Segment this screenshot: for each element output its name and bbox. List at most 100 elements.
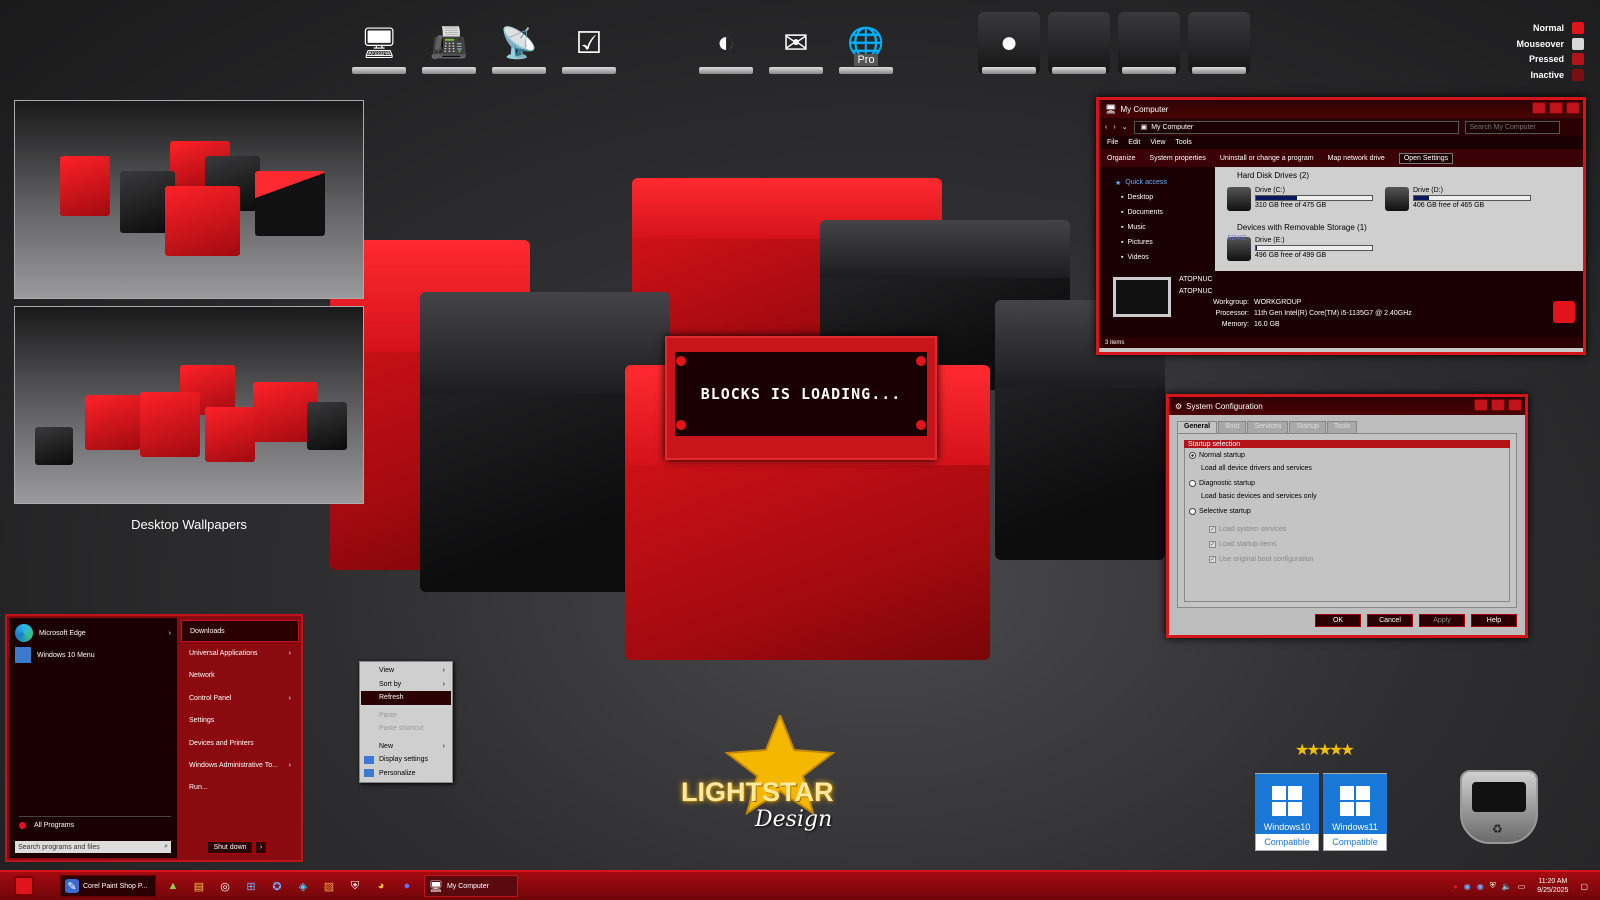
start-network[interactable]: Network — [181, 665, 299, 687]
apply-button[interactable]: Apply — [1419, 614, 1465, 627]
diagnostic-startup-radio[interactable]: Diagnostic startup — [1189, 480, 1255, 487]
toolbar-open-settings[interactable]: Open Settings — [1398, 152, 1454, 164]
normal-startup-radio[interactable]: Normal startup — [1189, 452, 1245, 459]
shutdown-button[interactable]: Shut down — [207, 841, 253, 854]
menu-view[interactable]: View — [1150, 139, 1165, 146]
start-windows-administrative-to-[interactable]: Windows Administrative To... — [181, 754, 299, 776]
drive-icon-2[interactable] — [1118, 12, 1180, 74]
shutdown-options-button[interactable]: › — [255, 841, 267, 854]
taskbar-app-mycomputer[interactable]: 🖥 My Computer — [424, 875, 518, 897]
tab-services[interactable]: Services — [1247, 421, 1289, 433]
minimize-button[interactable] — [1532, 102, 1546, 114]
toolbar-uninstall-or-change-a-program[interactable]: Uninstall or change a program — [1220, 155, 1314, 162]
checklist-icon[interactable]: ☑ — [558, 12, 620, 74]
check-use-original-boot-configuration[interactable]: ✓ Use original boot configuration — [1209, 552, 1314, 567]
cancel-button[interactable]: Cancel — [1367, 614, 1413, 627]
nav-music[interactable]: ▪ Music — [1099, 220, 1215, 235]
pinned-win10-menu[interactable]: Windows 10 Menu — [15, 647, 95, 663]
tray-record-icon[interactable]: ● — [1453, 882, 1458, 891]
volume-icon[interactable]: 🔈 — [1502, 882, 1512, 891]
minimize-button[interactable] — [1474, 399, 1488, 411]
my-computer-titlebar[interactable]: 🖥 My Computer — [1099, 100, 1583, 118]
compass-icon[interactable]: ✪ — [268, 877, 286, 895]
wallpaper-thumbnail-1[interactable] — [14, 100, 364, 299]
toolbar-organize[interactable]: Organize — [1107, 155, 1135, 162]
tray-app-icon-2[interactable]: ◉ — [1477, 882, 1484, 891]
start-universal-applications[interactable]: Universal Applications — [181, 642, 299, 664]
wallpaper-thumbnail-2[interactable] — [14, 306, 364, 504]
toolbar-system-properties[interactable]: System properties — [1149, 155, 1205, 162]
nav-quick-access[interactable]: ★ Quick access — [1099, 175, 1215, 190]
start-devices-and-printers[interactable]: Devices and Printers — [181, 732, 299, 754]
nav-pictures[interactable]: ▪ Pictures — [1099, 235, 1215, 250]
taskbar-app-paintshop[interactable]: ✎ Corel Paint Shop P... — [60, 875, 156, 897]
ctx-personalize[interactable]: Personalize — [361, 767, 451, 781]
tab-general[interactable]: General — [1177, 421, 1218, 433]
monitor-icon[interactable]: 🖥 — [348, 12, 410, 74]
msconfig-titlebar[interactable]: ⚙ System Configuration — [1169, 397, 1525, 415]
close-button[interactable] — [1508, 399, 1522, 411]
tab-boot[interactable]: Boot — [1218, 421, 1247, 433]
ctx-refresh[interactable]: Refresh — [361, 691, 451, 705]
ctx-display-settings[interactable]: Display settings — [361, 753, 451, 767]
search-input[interactable] — [1464, 120, 1560, 134]
start-settings[interactable]: Settings — [181, 710, 299, 732]
start-run-[interactable]: Run... — [181, 777, 299, 799]
file-explorer-icon[interactable]: ▤ — [190, 877, 208, 895]
menu-tools[interactable]: Tools — [1175, 139, 1191, 146]
drive-icon-3[interactable] — [1188, 12, 1250, 74]
thunderbird-icon[interactable]: ✉ — [765, 12, 827, 74]
back-icon[interactable]: ‹ — [1105, 124, 1107, 131]
clock[interactable]: 11:20 AM 9/25/2025 — [1537, 877, 1568, 895]
maximize-button[interactable] — [1549, 102, 1563, 114]
nav-desktop[interactable]: ▪ Desktop — [1099, 190, 1215, 205]
network-icon[interactable]: ▭ — [1518, 882, 1526, 891]
maximize-button[interactable] — [1491, 399, 1505, 411]
chrome-icon[interactable]: ◕ — [372, 877, 390, 895]
printer-fax-icon[interactable]: 📠 — [418, 12, 480, 74]
forward-icon[interactable]: › — [1113, 124, 1115, 131]
start-search[interactable]: Search programs and files ⌕ — [15, 841, 171, 853]
tray-shield-icon[interactable]: ⛨ — [1490, 881, 1496, 891]
ok-button[interactable]: OK — [1315, 614, 1361, 627]
start-control-panel[interactable]: Control Panel — [181, 687, 299, 709]
check-load-startup-items[interactable]: ✓ Load startup items — [1209, 537, 1314, 552]
tab-tools[interactable]: Tools — [1326, 421, 1358, 433]
firefox-icon[interactable]: ● — [398, 877, 416, 895]
ctx-view[interactable]: View › — [361, 664, 451, 678]
ctx-paste-shortcut[interactable]: Paste shortcut — [361, 722, 451, 736]
menu-file[interactable]: File — [1107, 139, 1118, 146]
ctx-sort-by[interactable]: Sort by › — [361, 678, 451, 692]
google-earth-pro-icon[interactable]: 🌐 Pro — [835, 12, 897, 74]
tray-app-icon-1[interactable]: ◉ — [1464, 882, 1471, 891]
tab-startup[interactable]: Startup — [1289, 421, 1326, 433]
chevron-down-icon[interactable]: ⌄ — [1122, 123, 1128, 131]
menu-edit[interactable]: Edit — [1128, 139, 1140, 146]
edge-icon[interactable]: ◐ — [695, 12, 757, 74]
address-bar[interactable]: ▣ My Computer — [1133, 120, 1459, 134]
shield-icon[interactable]: ⛨ — [346, 877, 364, 895]
selective-startup-radio[interactable]: Selective startup — [1189, 508, 1251, 515]
ctx-new[interactable]: New › — [361, 740, 451, 754]
circle-app-icon[interactable]: ◎ — [216, 877, 234, 895]
help-button[interactable]: Help — [1471, 614, 1517, 627]
toolbar-map-network-drive[interactable]: Map network drive — [1328, 155, 1385, 162]
pinned-edge[interactable]: Microsoft Edge › — [15, 624, 171, 642]
drive-camera-icon[interactable]: ● — [978, 12, 1040, 74]
notification-icon[interactable]: ▢ — [1580, 882, 1588, 891]
layers-icon[interactable]: ◈ — [294, 877, 312, 895]
nav-documents[interactable]: ▪ Documents — [1099, 205, 1215, 220]
nav-videos[interactable]: ▪ Videos — [1099, 250, 1215, 265]
drive-e[interactable]: SDXC Drive (E:) 496 GB free of 499 GB — [1227, 235, 1387, 261]
check-load-system-services[interactable]: ✓ Load system services — [1209, 522, 1314, 537]
all-programs[interactable]: All Programs — [19, 816, 171, 829]
windows-icon[interactable]: ⊞ — [242, 877, 260, 895]
photo-app-icon[interactable]: ▨ — [320, 877, 338, 895]
android-icon[interactable]: ▲ — [164, 877, 182, 895]
satellite-dish-icon[interactable]: 📡 — [488, 12, 550, 74]
start-downloads[interactable]: Downloads — [181, 620, 299, 643]
drive-d[interactable]: Drive (D:) 406 GB free of 465 GB — [1385, 187, 1545, 211]
ctx-paste[interactable]: Paste — [361, 709, 451, 723]
drive-icon-1[interactable] — [1048, 12, 1110, 74]
start-button[interactable] — [14, 876, 34, 896]
